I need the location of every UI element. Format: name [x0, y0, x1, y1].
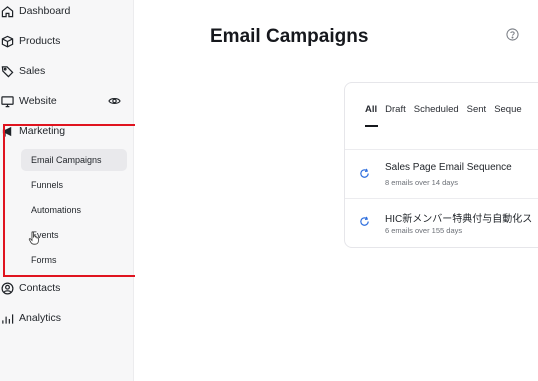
- sidebar-item-label: Sales: [19, 65, 46, 77]
- sidebar-item-label: Dashboard: [19, 5, 71, 17]
- tab-all[interactable]: All: [365, 104, 377, 118]
- tag-icon: [0, 64, 14, 78]
- sub-item-forms[interactable]: Forms: [21, 249, 127, 271]
- eye-icon[interactable]: [108, 95, 121, 107]
- campaign-tabs: All Draft Scheduled Sent Seque: [365, 104, 530, 118]
- campaign-row[interactable]: HIC新メンバー特典付与自動化ス 6 emails over 155 days: [345, 198, 538, 242]
- page-title: Email Campaigns: [210, 26, 369, 47]
- campaign-meta: 6 emails over 155 days: [385, 226, 463, 235]
- campaign-meta: 8 emails over 14 days: [385, 178, 458, 187]
- sub-item-email-campaigns[interactable]: Email Campaigns: [21, 149, 127, 171]
- help-icon[interactable]: [506, 28, 519, 41]
- home-icon: [0, 4, 14, 18]
- sidebar-item-products[interactable]: Products: [0, 30, 134, 52]
- active-tab-indicator: [365, 125, 378, 127]
- tab-scheduled[interactable]: Scheduled: [414, 104, 459, 118]
- sidebar-item-label: Contacts: [19, 282, 61, 294]
- refresh-icon: [360, 168, 369, 178]
- hand-cursor-icon: [28, 231, 39, 245]
- sub-item-funnels[interactable]: Funnels: [21, 174, 127, 196]
- sidebar-item-label: Website: [19, 95, 57, 107]
- sidebar-item-website[interactable]: Website: [0, 90, 134, 112]
- sidebar: Dashboard Products Sales Website Marketi…: [0, 0, 134, 381]
- sidebar-item-label: Marketing: [19, 125, 66, 137]
- campaign-name: HIC新メンバー特典付与自動化ス: [385, 214, 533, 225]
- sidebar-item-label: Products: [19, 35, 61, 47]
- campaign-name: Sales Page Email Sequence: [385, 162, 512, 173]
- megaphone-icon: [0, 124, 14, 138]
- tab-sequences[interactable]: Seque: [494, 104, 521, 118]
- sidebar-item-dashboard[interactable]: Dashboard: [0, 0, 134, 22]
- sub-item-automations[interactable]: Automations: [21, 199, 127, 221]
- sidebar-item-analytics[interactable]: Analytics: [0, 307, 134, 329]
- user-circle-icon: [0, 281, 14, 295]
- sidebar-item-sales[interactable]: Sales: [0, 60, 134, 82]
- refresh-icon: [360, 216, 369, 226]
- bar-chart-icon: [0, 311, 14, 325]
- tab-draft[interactable]: Draft: [385, 104, 406, 118]
- tab-sent[interactable]: Sent: [467, 104, 487, 118]
- sidebar-item-contacts[interactable]: Contacts: [0, 277, 134, 299]
- sidebar-item-marketing[interactable]: Marketing: [0, 120, 134, 142]
- box-icon: [0, 34, 14, 48]
- sidebar-item-label: Analytics: [19, 312, 62, 324]
- monitor-icon: [0, 94, 14, 108]
- campaign-row[interactable]: Sales Page Email Sequence 8 emails over …: [345, 150, 538, 194]
